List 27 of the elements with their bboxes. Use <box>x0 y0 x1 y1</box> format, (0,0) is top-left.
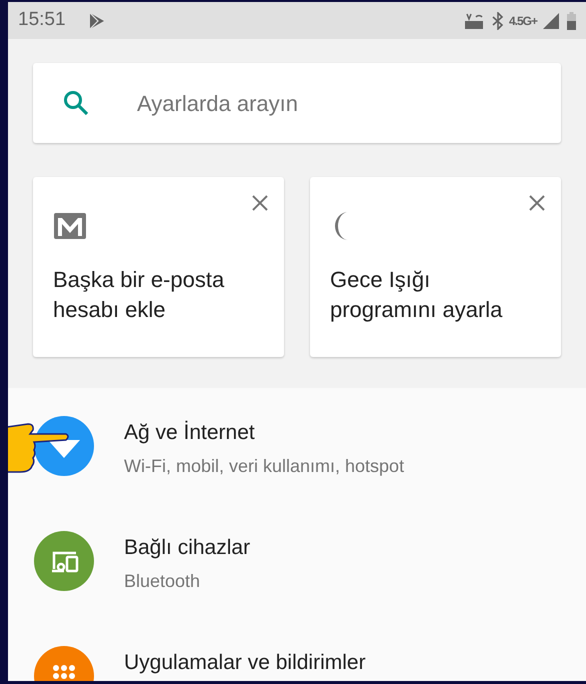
search-field[interactable]: Ayarlarda arayın <box>33 63 561 143</box>
close-button[interactable] <box>250 193 270 213</box>
signal-icon <box>542 12 560 30</box>
settings-item[interactable]: Uygulamalar ve bildirimler <box>8 618 586 681</box>
settings-item[interactable]: Bağlı cihazlar Bluetooth <box>8 503 586 618</box>
network-type: 4.5G+ <box>508 12 537 30</box>
item-title: Ağ ve İnternet <box>124 420 256 446</box>
clock: 15:51 <box>18 8 66 32</box>
battery-icon <box>567 12 576 30</box>
suggestion-card[interactable]: Başka bir e-posta hesabı ekle <box>33 177 284 357</box>
search-icon <box>63 90 89 116</box>
play-store-icon <box>88 12 106 30</box>
search-input[interactable]: Ayarlarda arayın <box>137 86 531 120</box>
item-title: Bağlı cihazlar <box>124 535 250 561</box>
suggestion-card[interactable]: Gece Işığı programını ayarla <box>310 177 561 357</box>
item-title: Uygulamalar ve bildirimler <box>124 650 366 676</box>
close-button[interactable] <box>527 193 547 213</box>
suggestion-text: Gece Işığı programını ayarla <box>330 266 504 324</box>
mail-icon <box>53 212 87 240</box>
devices-icon <box>34 531 94 591</box>
close-icon <box>250 193 270 213</box>
item-subtitle: Bluetooth <box>124 570 202 592</box>
item-subtitle: Wi-Fi, mobil, veri kullanımı, hotspot <box>124 454 404 478</box>
bluetooth-icon <box>492 12 504 30</box>
settings-item[interactable]: Ağ ve İnternet Wi-Fi, mobil, veri kullanımı, hotspot <box>8 388 586 503</box>
suggestion-text: Başka bir e-posta hesabı ekle <box>53 266 226 324</box>
close-icon <box>527 193 547 213</box>
